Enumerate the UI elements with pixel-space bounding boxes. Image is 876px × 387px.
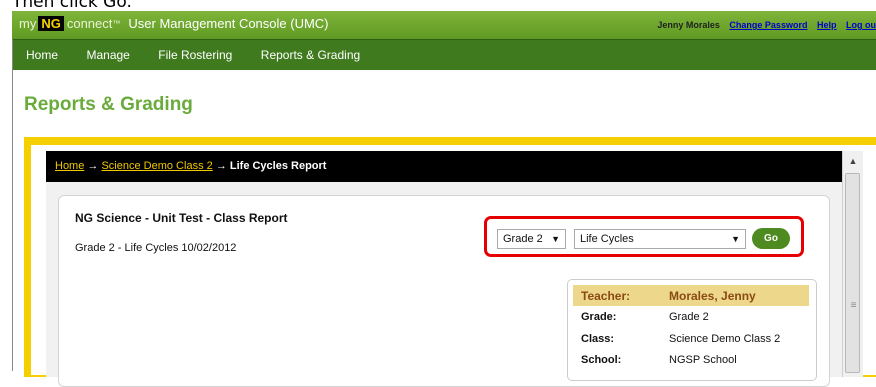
chevron-down-icon: ▼ xyxy=(551,234,560,244)
class-value: Science Demo Class 2 xyxy=(669,333,781,345)
help-link[interactable]: Help xyxy=(817,20,837,30)
grade-row: Grade: Grade 2 xyxy=(573,307,809,328)
logout-link[interactable]: Log ou xyxy=(846,20,876,30)
scroll-up-icon[interactable]: ▲ xyxy=(843,151,863,171)
grade-select[interactable]: Grade 2 ▼ xyxy=(497,229,566,249)
breadcrumb-class[interactable]: Science Demo Class 2 xyxy=(101,160,212,172)
class-label: Class: xyxy=(581,333,615,345)
brand-ng: NG xyxy=(38,16,64,31)
nav-item-home[interactable]: Home xyxy=(26,40,58,70)
breadcrumb: Home → Science Demo Class 2 → Life Cycle… xyxy=(55,160,326,172)
unit-select[interactable]: Life Cycles ▼ xyxy=(574,229,746,249)
window-edge xyxy=(12,39,13,371)
grade-label: Grade: xyxy=(581,311,617,323)
user-name: Jenny Morales xyxy=(657,20,720,30)
nav-item-reports-grading[interactable]: Reports & Grading xyxy=(261,40,360,70)
breadcrumb-bar: Home → Science Demo Class 2 → Life Cycle… xyxy=(46,151,842,182)
app-title: User Management Console (UMC) xyxy=(128,16,329,31)
brand-trademark: ™ xyxy=(112,19,121,28)
user-links: Jenny Morales Change Password Help Log o… xyxy=(657,20,876,30)
breadcrumb-arrow-icon: → xyxy=(215,160,227,172)
vertical-scrollbar[interactable]: ▲ ≡ xyxy=(842,151,863,377)
breadcrumb-arrow-icon: → xyxy=(87,160,99,172)
go-button[interactable]: Go xyxy=(752,228,790,249)
page-title: Reports & Grading xyxy=(24,94,193,115)
unit-select-value: Life Cycles xyxy=(580,233,634,245)
grade-select-value: Grade 2 xyxy=(503,233,543,245)
report-subtitle: Grade 2 - Life Cycles 10/02/2012 xyxy=(75,242,237,254)
nav-item-file-rostering[interactable]: File Rostering xyxy=(158,40,232,70)
school-value: NGSP School xyxy=(669,354,737,366)
school-row: School: NGSP School xyxy=(573,350,809,371)
app-header: my NG connect ™ User Management Console … xyxy=(12,11,876,39)
school-label: School: xyxy=(581,354,622,366)
brand-my: my xyxy=(19,16,37,31)
scroll-thumb[interactable]: ≡ xyxy=(845,173,860,373)
main-nav: Home Manage File Rostering Reports & Gra… xyxy=(12,39,876,70)
teacher-value: Morales, Jenny xyxy=(669,289,756,303)
nav-item-manage[interactable]: Manage xyxy=(86,40,129,70)
class-row: Class: Science Demo Class 2 xyxy=(573,329,809,350)
breadcrumb-current: Life Cycles Report xyxy=(229,160,327,172)
teacher-row: Teacher: Morales, Jenny xyxy=(573,285,809,306)
report-title: NG Science - Unit Test - Class Report xyxy=(75,211,288,225)
teacher-label: Teacher: xyxy=(581,289,631,303)
chevron-down-icon: ▼ xyxy=(731,234,740,244)
grip-icon: ≡ xyxy=(850,300,857,311)
change-password-link[interactable]: Change Password xyxy=(729,20,807,30)
brand-connect: connect xyxy=(66,16,113,31)
breadcrumb-home[interactable]: Home xyxy=(55,160,84,172)
brand-logo[interactable]: my NG connect ™ User Management Console … xyxy=(19,16,329,31)
grade-value: Grade 2 xyxy=(669,311,709,323)
